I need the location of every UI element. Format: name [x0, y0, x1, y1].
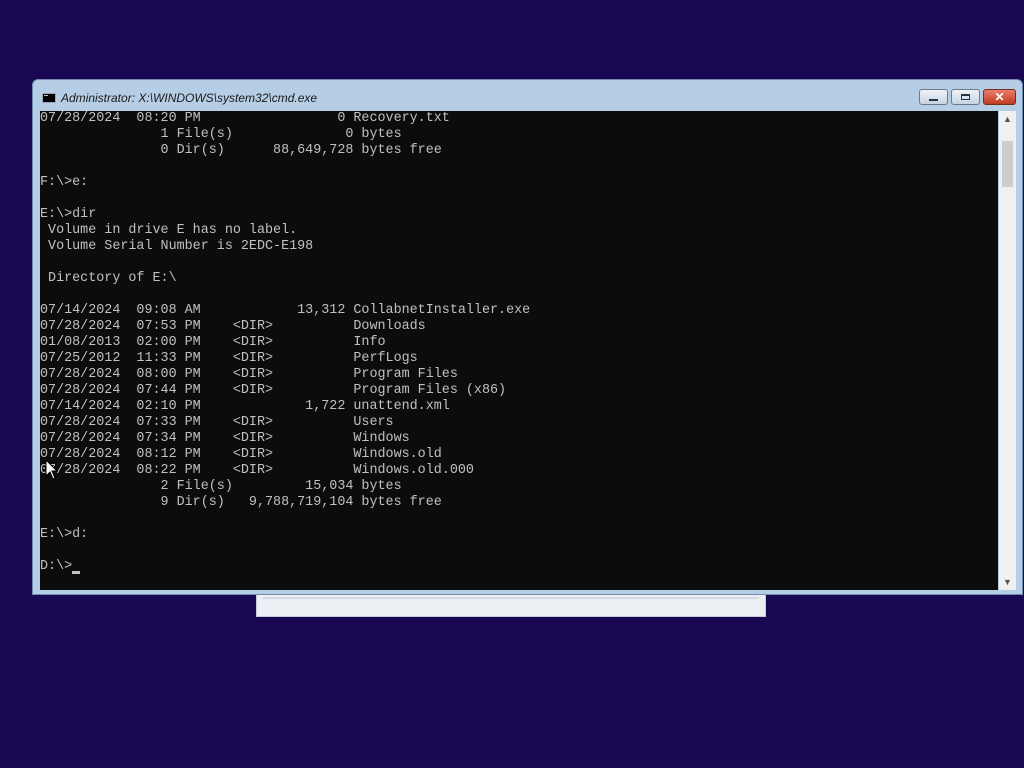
minimize-button[interactable] [919, 89, 948, 105]
setup-window-behind [256, 594, 766, 617]
scroll-up-button[interactable]: ▲ [999, 111, 1016, 127]
console-output[interactable]: 07/28/2024 08:20 PM 0 Recovery.txt 1 Fil… [40, 111, 998, 590]
console-line: 1 File(s) 0 bytes [40, 127, 402, 142]
text-cursor [72, 571, 81, 574]
console-prompt: D:\> [40, 559, 73, 574]
console-line: E:\>d: [40, 527, 89, 542]
console-line: 07/28/2024 07:33 PM <DIR> Users [40, 415, 394, 430]
window-title: Administrator: X:\WINDOWS\system32\cmd.e… [61, 91, 318, 105]
console-line: Directory of E:\ [40, 271, 177, 286]
window-controls: ✕ [916, 89, 1016, 107]
console-line: 07/28/2024 08:20 PM 0 Recovery.txt [40, 111, 450, 126]
console-prompt-line[interactable]: D:\> [40, 559, 998, 575]
console-line: E:\>dir [40, 207, 97, 222]
console-line: 0 Dir(s) 88,649,728 bytes free [40, 143, 442, 158]
title-bar[interactable]: Administrator: X:\WINDOWS\system32\cmd.e… [33, 80, 1022, 109]
console-line: F:\>e: [40, 175, 89, 190]
setup-window-strip [263, 597, 759, 599]
console-line: 07/14/2024 02:10 PM 1,722 unattend.xml [40, 399, 450, 414]
console-icon[interactable] [42, 93, 56, 103]
console-line: 07/28/2024 07:34 PM <DIR> Windows [40, 431, 410, 446]
scroll-up-arrow-icon: ▲ [1003, 114, 1012, 124]
console-line: 9 Dir(s) 9,788,719,104 bytes free [40, 495, 442, 510]
console-line: 07/14/2024 09:08 AM 13,312 CollabnetInst… [40, 303, 531, 318]
vertical-scrollbar[interactable]: ▲ ▼ [999, 111, 1016, 590]
cmd-window[interactable]: Administrator: X:\WINDOWS\system32\cmd.e… [32, 79, 1023, 595]
console-line: 07/28/2024 08:12 PM <DIR> Windows.old [40, 447, 442, 462]
maximize-icon [961, 94, 970, 100]
console-line: 07/28/2024 08:22 PM <DIR> Windows.old.00… [40, 463, 474, 478]
scroll-down-button[interactable]: ▼ [999, 574, 1016, 590]
console-line: 07/28/2024 07:44 PM <DIR> Program Files … [40, 383, 507, 398]
mouse-pointer-icon [45, 459, 59, 480]
close-button[interactable]: ✕ [983, 89, 1016, 105]
console-line: 07/25/2012 11:33 PM <DIR> PerfLogs [40, 351, 418, 366]
close-icon: ✕ [994, 90, 1005, 104]
console-line: Volume in drive E has no label. [40, 223, 298, 238]
console-line: Volume Serial Number is 2EDC-E198 [40, 239, 314, 254]
scrollbar-thumb[interactable] [1002, 141, 1013, 187]
console-line: 01/08/2013 02:00 PM <DIR> Info [40, 335, 386, 350]
scroll-down-arrow-icon: ▼ [1003, 577, 1012, 587]
console-line: 07/28/2024 08:00 PM <DIR> Program Files [40, 367, 458, 382]
console-line: 2 File(s) 15,034 bytes [40, 479, 402, 494]
maximize-button[interactable] [951, 89, 980, 105]
minimize-icon [929, 98, 938, 101]
console-line: 07/28/2024 07:53 PM <DIR> Downloads [40, 319, 426, 334]
